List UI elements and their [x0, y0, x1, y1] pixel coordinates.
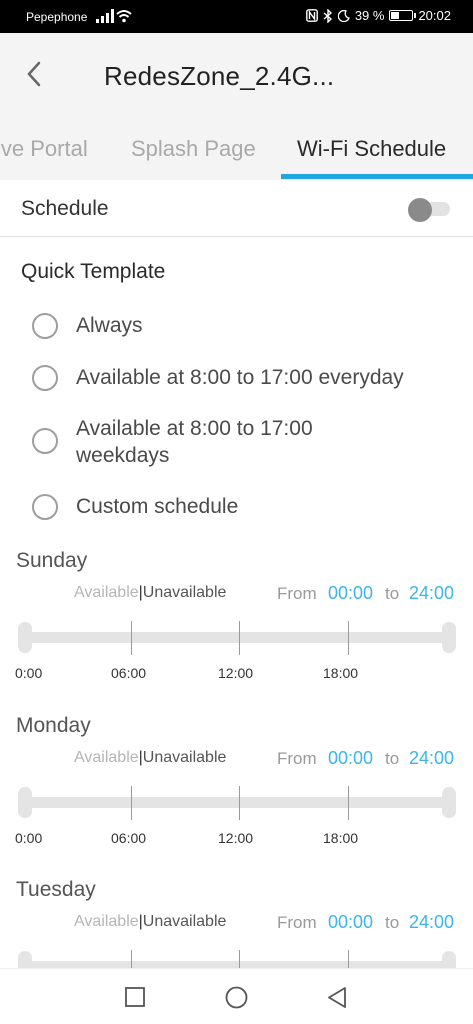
- active-tab-indicator: [281, 174, 473, 179]
- unavailable-option[interactable]: Unavailable: [143, 584, 227, 601]
- unavailable-option[interactable]: Unavailable: [143, 749, 227, 766]
- availability-toggle[interactable]: Available|Unavailable: [74, 584, 226, 602]
- to-label: to: [385, 584, 400, 603]
- radio-button[interactable]: [32, 494, 58, 520]
- tick-label: 0:00: [15, 830, 43, 846]
- template-option-always[interactable]: Always: [32, 312, 446, 339]
- slider-tick: [348, 621, 349, 655]
- schedule-label: Schedule: [21, 197, 109, 220]
- to-time[interactable]: 24:00: [409, 748, 454, 769]
- to-time[interactable]: 24:00: [409, 583, 454, 604]
- slider-start-handle[interactable]: [18, 787, 32, 818]
- to-time[interactable]: 24:00: [409, 912, 454, 933]
- slider-start-handle[interactable]: [18, 951, 32, 968]
- carrier-name: Pepephone: [26, 10, 88, 24]
- radio-button[interactable]: [32, 313, 58, 339]
- unavailable-option[interactable]: Unavailable: [143, 913, 227, 930]
- app-header: RedesZone_2.4G...: [0, 33, 473, 118]
- page-title: RedesZone_2.4G...: [104, 61, 335, 91]
- option-label: Custom schedule: [76, 495, 239, 518]
- slider-tick: [131, 786, 132, 820]
- template-option-everyday[interactable]: Available at 8:00 to 17:00 everyday: [32, 364, 446, 391]
- system-nav-bar: [0, 968, 473, 1024]
- to-label: to: [385, 749, 400, 768]
- triangle-back-icon[interactable]: [326, 986, 348, 1009]
- tick-label: 06:00: [111, 665, 147, 681]
- radio-button[interactable]: [32, 428, 58, 454]
- time-range-slider[interactable]: [18, 950, 456, 968]
- radio-button[interactable]: [32, 365, 58, 391]
- slider-tick: [348, 786, 349, 820]
- schedule-toggle[interactable]: [408, 198, 452, 222]
- tab-bar: ive Portal Splash Page Wi-Fi Schedule: [0, 118, 473, 180]
- square-icon[interactable]: [125, 987, 145, 1007]
- day-tuesday: Tuesday Available|Unavailable From 00:00…: [0, 878, 473, 968]
- wifi-icon: [116, 10, 132, 23]
- day-name: Tuesday: [16, 878, 96, 901]
- slider-tick: [131, 950, 132, 968]
- time-range-slider[interactable]: [18, 621, 456, 655]
- clock: 20:02: [418, 8, 451, 23]
- signal-icon: [96, 9, 114, 23]
- slider-start-handle[interactable]: [18, 622, 32, 653]
- from-time[interactable]: 00:00: [328, 583, 373, 604]
- tick-label: 12:00: [218, 830, 254, 846]
- slider-tick: [239, 621, 240, 655]
- to-label: to: [385, 913, 400, 932]
- from-time[interactable]: 00:00: [328, 748, 373, 769]
- from-time[interactable]: 00:00: [328, 912, 373, 933]
- battery-icon: [389, 10, 417, 21]
- slider-tick: [239, 786, 240, 820]
- day-name: Monday: [16, 714, 91, 737]
- slider-end-handle[interactable]: [442, 951, 456, 968]
- option-label: Available at 8:00 to 17:00 weekdays: [76, 417, 313, 467]
- from-label: From: [277, 749, 317, 768]
- slider-end-handle[interactable]: [442, 622, 456, 653]
- slider-tick: [131, 621, 132, 655]
- slider-track: [28, 797, 446, 808]
- status-bar: Pepephone 39 % 20:02: [0, 0, 473, 33]
- nfc-icon: [305, 9, 318, 22]
- time-range-slider[interactable]: [18, 786, 456, 820]
- tab-wifi-schedule[interactable]: Wi-Fi Schedule: [297, 136, 446, 162]
- slider-tick: [348, 950, 349, 968]
- battery-percent: 39 %: [354, 8, 385, 23]
- template-option-custom[interactable]: Custom schedule: [32, 493, 446, 520]
- tick-label: 18:00: [323, 830, 359, 846]
- day-sunday: Sunday Available|Unavailable From 00:00 …: [0, 549, 473, 709]
- tab-splash-page[interactable]: Splash Page: [131, 136, 256, 162]
- bluetooth-icon: [323, 8, 332, 23]
- day-monday: Monday Available|Unavailable From 00:00 …: [0, 714, 473, 874]
- available-option[interactable]: Available: [74, 749, 139, 766]
- available-option[interactable]: Available: [74, 584, 139, 601]
- tick-label: 06:00: [111, 830, 147, 846]
- availability-toggle[interactable]: Available|Unavailable: [74, 913, 226, 931]
- tick-label: 0:00: [15, 665, 43, 681]
- slider-track: [28, 632, 446, 643]
- toggle-knob: [408, 198, 432, 222]
- slider-track: [28, 961, 446, 968]
- slider-end-handle[interactable]: [442, 787, 456, 818]
- day-name: Sunday: [16, 549, 88, 572]
- quick-template-title: Quick Template: [21, 260, 166, 283]
- slider-tick: [239, 950, 240, 968]
- option-label: Available at 8:00 to 17:00 everyday: [76, 366, 404, 389]
- from-label: From: [277, 584, 317, 603]
- tab-captive-portal[interactable]: ive Portal: [0, 136, 88, 162]
- option-label: Always: [76, 314, 143, 337]
- schedule-row: Schedule: [0, 180, 473, 237]
- chevron-left-icon[interactable]: [20, 59, 50, 89]
- available-option[interactable]: Available: [74, 913, 139, 930]
- tick-label: 18:00: [323, 665, 359, 681]
- from-label: From: [277, 913, 317, 932]
- tick-label: 12:00: [218, 665, 254, 681]
- moon-icon: [337, 9, 350, 22]
- circle-icon[interactable]: [225, 986, 248, 1009]
- availability-toggle[interactable]: Available|Unavailable: [74, 749, 226, 767]
- template-option-weekdays[interactable]: Available at 8:00 to 17:00 weekdays: [32, 415, 356, 469]
